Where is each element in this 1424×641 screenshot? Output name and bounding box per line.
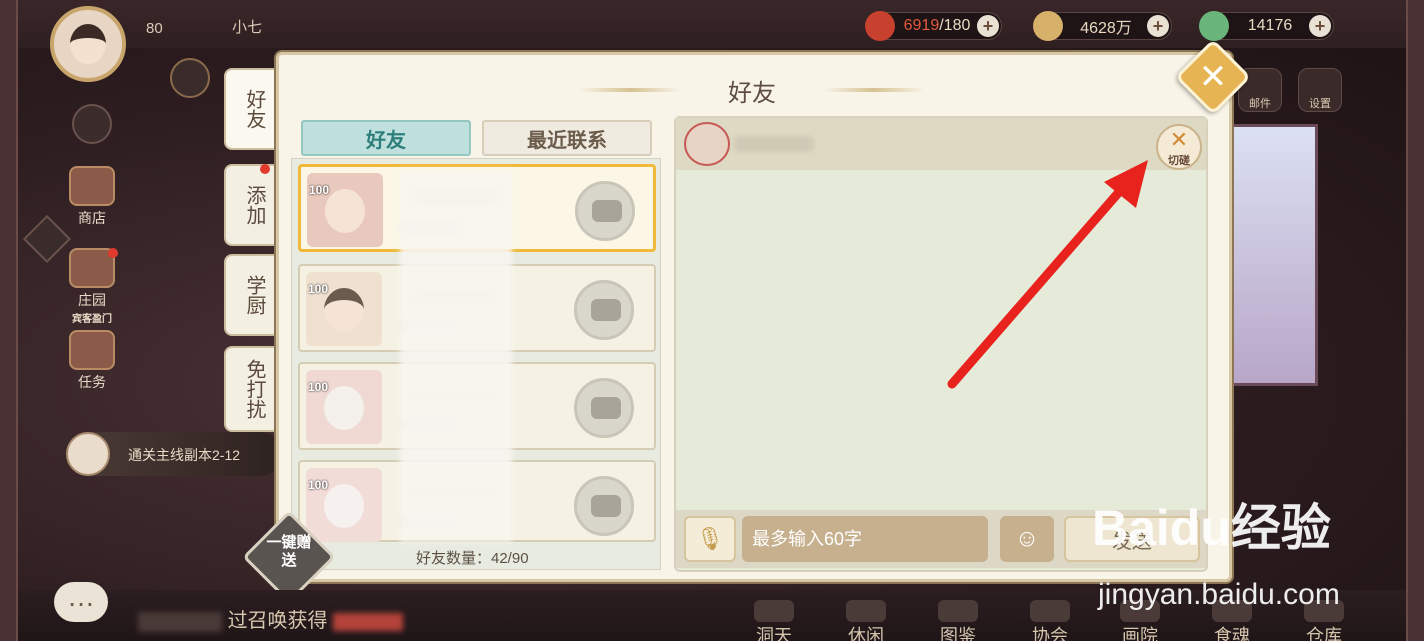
- baidu-watermark-url: jingyan.baidu.com: [1098, 578, 1340, 611]
- baidu-watermark: Baidu经验: [1092, 500, 1331, 556]
